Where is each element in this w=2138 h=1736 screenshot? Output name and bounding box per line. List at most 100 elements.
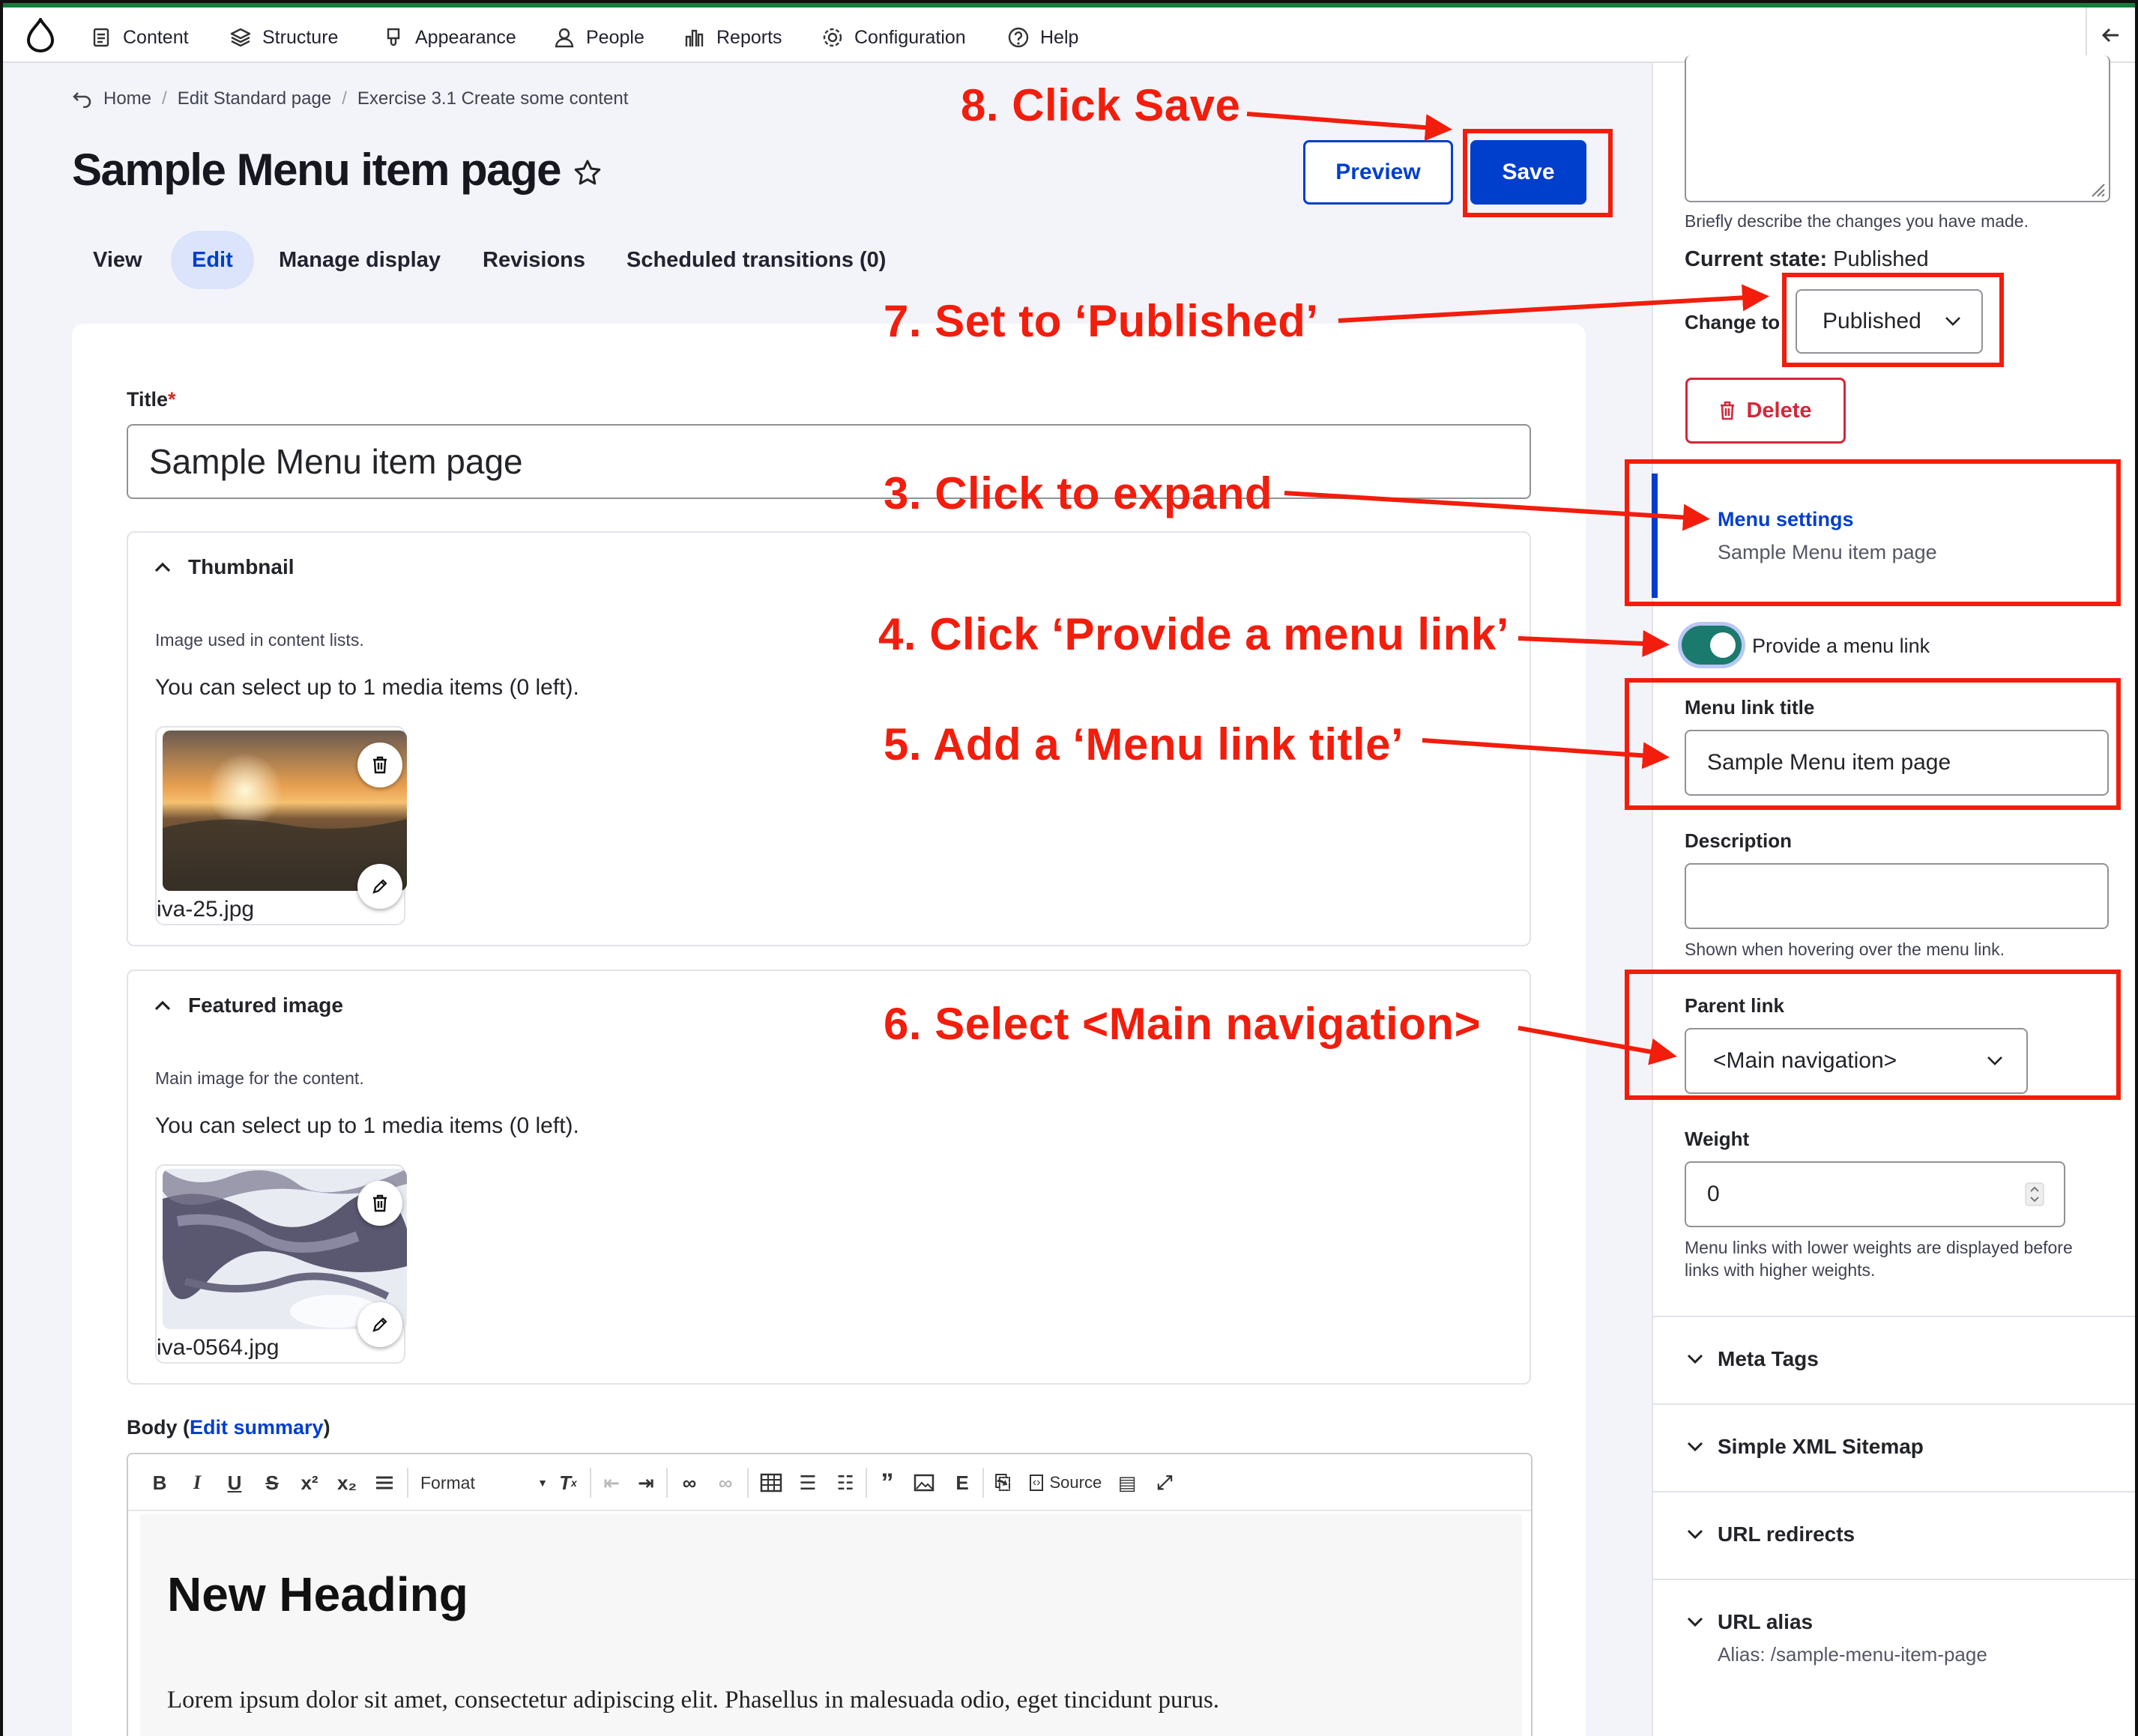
delete-label: Delete	[1746, 398, 1812, 423]
tab-scheduled-transitions[interactable]: Scheduled transitions (0)	[626, 231, 886, 289]
annotation-step-3: 3. Click to expand	[884, 468, 1273, 518]
collapse-sidebar-button[interactable]	[2086, 7, 2135, 63]
trash-icon	[373, 756, 387, 774]
remove-featured-image-button[interactable]	[357, 1181, 402, 1226]
italic-icon[interactable]: I	[187, 1469, 208, 1496]
breadcrumb: Home / Edit Standard page / Exercise 3.1…	[72, 88, 628, 109]
show-blocks-icon[interactable]: ▤	[1116, 1469, 1138, 1496]
meta-tags-section[interactable]: Meta Tags	[1653, 1316, 2135, 1403]
embed-icon[interactable]: E	[951, 1469, 973, 1496]
provide-menu-link-label: Provide a menu link	[1752, 635, 1930, 657]
toolbar-configuration[interactable]: Configuration	[821, 21, 966, 54]
tab-view[interactable]: View	[93, 231, 142, 289]
table-icon[interactable]	[759, 1469, 783, 1496]
weight-input[interactable]: 0	[1685, 1161, 2065, 1227]
featured-media-item: iva-0564.jpg	[155, 1164, 407, 1364]
chevron-down-icon	[1687, 1529, 1703, 1540]
blockquote-icon[interactable]: ”	[876, 1469, 899, 1497]
toolbar-separator	[666, 1468, 668, 1498]
toolbar-label: Help	[1040, 26, 1079, 48]
description-input[interactable]	[1685, 863, 2109, 929]
body-editor: B I U S x² x₂ Format ▼ Tx ⇤ ⇥ ∞ ∞ ☰ ☷ ” E…	[127, 1453, 1532, 1736]
url-alias-summary: Alias: /sample-menu-item-page	[1718, 1643, 1987, 1666]
breadcrumb-home[interactable]: Home	[103, 88, 151, 109]
image-icon[interactable]	[912, 1469, 936, 1496]
chevron-down-icon	[1687, 1442, 1703, 1452]
xml-sitemap-section[interactable]: Simple XML Sitemap	[1653, 1403, 2135, 1490]
current-state: Current state: Published	[1685, 247, 1929, 272]
toolbar-label: Reports	[716, 26, 782, 48]
editor-paragraph: Lorem ipsum dolor sit amet, consectetur …	[167, 1687, 1220, 1714]
bulleted-list-icon[interactable]: ☰	[797, 1469, 819, 1496]
source-button[interactable]: ‹› Source	[1024, 1469, 1107, 1496]
editor-heading: New Heading	[167, 1567, 468, 1621]
indent-icon[interactable]: ⇥	[635, 1469, 657, 1496]
toolbar-label: Configuration	[854, 26, 966, 48]
strikethrough-icon[interactable]: S	[262, 1469, 283, 1496]
annotation-step-6: 6. Select <Main navigation>	[884, 999, 1482, 1049]
url-redirects-section[interactable]: URL redirects	[1653, 1491, 2135, 1578]
numbered-list-icon[interactable]: ☷	[834, 1469, 857, 1496]
title-label-text: Title	[127, 388, 169, 411]
description-help: Shown when hovering over the menu link.	[1685, 940, 2005, 959]
link-icon[interactable]: ∞	[678, 1469, 701, 1496]
revision-log-textarea[interactable]	[1685, 55, 2110, 202]
paste-icon[interactable]: ⎘	[991, 1469, 1014, 1496]
breadcrumb-edit-page[interactable]: Edit Standard page	[178, 88, 332, 109]
star-icon[interactable]	[573, 158, 603, 188]
maximize-icon[interactable]: ⤢	[1153, 1469, 1176, 1496]
resize-handle-icon[interactable]	[2089, 181, 2106, 198]
body-label-prefix: Body (	[127, 1416, 190, 1439]
unlink-icon[interactable]: ∞	[714, 1469, 737, 1496]
meta-tags-title: Meta Tags	[1718, 1347, 1819, 1370]
toolbar-structure[interactable]: Structure	[229, 21, 338, 54]
preview-button[interactable]: Preview	[1303, 140, 1453, 205]
thumbnail-toggle[interactable]: Thumbnail	[154, 555, 295, 579]
title-label: Title*	[127, 388, 176, 411]
xml-sitemap-title: Simple XML Sitemap	[1718, 1435, 1924, 1458]
admin-toolbar: Content Structure Appearance People Repo…	[3, 3, 2135, 63]
edit-featured-image-button[interactable]	[357, 1302, 402, 1347]
weight-help-line-2: links with higher weights.	[1685, 1260, 1876, 1280]
toolbar-label: People	[586, 26, 644, 48]
current-state-value: Published	[1833, 247, 1929, 271]
tab-revisions[interactable]: Revisions	[483, 231, 585, 289]
thumbnail-count: You can select up to 1 media items (0 le…	[155, 675, 579, 700]
remove-thumbnail-button[interactable]	[357, 743, 402, 787]
featured-image-toggle[interactable]: Featured image	[154, 993, 343, 1017]
underline-icon[interactable]: U	[224, 1469, 245, 1496]
toolbar-label: Structure	[262, 26, 339, 48]
tab-edit[interactable]: Edit	[171, 231, 254, 289]
edit-summary-link[interactable]: Edit summary	[190, 1416, 324, 1439]
editor-content[interactable]: New Heading Lorem ipsum dolor sit amet, …	[140, 1514, 1522, 1736]
tab-manage-display[interactable]: Manage display	[279, 231, 441, 289]
bold-icon[interactable]: B	[149, 1469, 170, 1496]
title-input[interactable]: Sample Menu item page	[127, 424, 1531, 499]
toolbar-appearance[interactable]: Appearance	[382, 21, 516, 54]
provide-menu-link-toggle[interactable]	[1682, 626, 1742, 665]
editor-toolbar: B I U S x² x₂ Format ▼ Tx ⇤ ⇥ ∞ ∞ ☰ ☷ ” E…	[128, 1454, 1531, 1511]
toolbar-help[interactable]: Help	[1007, 21, 1078, 54]
superscript-icon[interactable]: x²	[299, 1469, 320, 1496]
chevron-up-icon	[154, 1000, 171, 1011]
brush-icon	[387, 28, 400, 46]
breadcrumb-separator: /	[162, 88, 167, 109]
edit-thumbnail-button[interactable]	[357, 864, 402, 909]
delete-button[interactable]: Delete	[1685, 378, 1846, 444]
toolbar-people[interactable]: People	[553, 21, 644, 54]
horizontal-line-icon[interactable]	[374, 1469, 395, 1496]
format-dropdown[interactable]: Format ▼	[420, 1469, 548, 1496]
subscript-icon[interactable]: x₂	[336, 1469, 357, 1496]
breadcrumb-current[interactable]: Exercise 3.1 Create some content	[357, 88, 629, 109]
page-title: Sample Menu item page	[72, 145, 562, 195]
outdent-icon[interactable]: ⇤	[600, 1469, 623, 1496]
bar-chart-icon	[685, 29, 704, 46]
toolbar-content[interactable]: Content	[90, 21, 189, 54]
back-arrow-icon[interactable]	[72, 90, 93, 108]
remove-format-icon[interactable]: Tx	[557, 1469, 579, 1496]
spinner-icon[interactable]	[2025, 1182, 2044, 1206]
toolbar-reports[interactable]: Reports	[683, 21, 782, 54]
url-alias-section[interactable]: URL alias Alias: /sample-menu-item-page	[1653, 1579, 2135, 1699]
toolbar-separator	[747, 1468, 749, 1498]
drupal-logo-icon[interactable]	[25, 18, 55, 52]
